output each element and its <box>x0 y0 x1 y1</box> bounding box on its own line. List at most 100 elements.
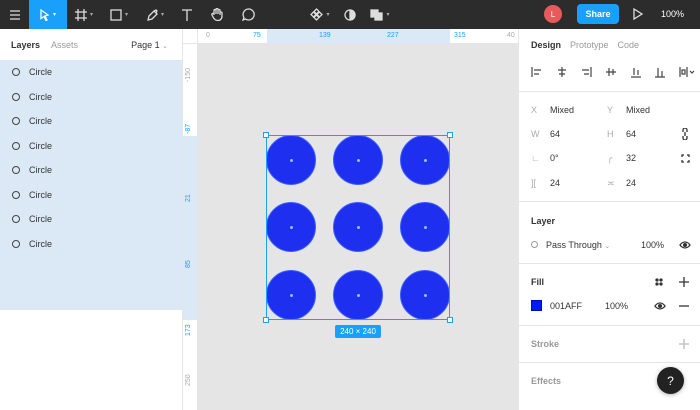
layer-visibility-button[interactable] <box>678 239 692 251</box>
avatar[interactable]: L <box>544 5 562 23</box>
y-field[interactable]: Y Mixed <box>607 105 650 115</box>
align-left-icon[interactable] <box>531 66 543 78</box>
comment-tool-button[interactable] <box>233 0 263 29</box>
align-right-icon[interactable] <box>580 66 592 78</box>
components-icon <box>310 8 324 21</box>
divider <box>519 201 700 202</box>
chevron-down-icon: ▾ <box>124 12 128 18</box>
selection-size-badge: 240 × 240 <box>335 325 381 338</box>
resize-handle-bottom-right[interactable] <box>447 317 453 323</box>
present-button[interactable] <box>633 7 644 22</box>
fill-visibility-button[interactable] <box>653 300 667 312</box>
resize-handle-top-right[interactable] <box>447 132 453 138</box>
fill-styles-button[interactable] <box>653 276 665 288</box>
ruler-tick: -150 <box>185 67 192 82</box>
fill-hex-value: 001AFF <box>550 301 583 311</box>
tab-layers[interactable]: Layers <box>11 40 40 50</box>
text-tool-button[interactable] <box>173 0 201 29</box>
tab-assets[interactable]: Assets <box>51 40 78 50</box>
layer-item[interactable]: Circle <box>0 85 182 110</box>
resize-handle-bottom-left[interactable] <box>263 317 269 323</box>
layer-opacity-field[interactable]: 100% <box>641 240 664 250</box>
layer-item[interactable]: Circle <box>0 134 182 159</box>
layer-name: Circle <box>29 214 53 225</box>
zoom-level[interactable]: 100% <box>661 9 684 19</box>
align-bottom-icon[interactable] <box>654 66 666 78</box>
layer-item[interactable]: Circle <box>0 158 182 183</box>
fill-color-swatch[interactable] <box>531 300 542 311</box>
horizontal-spacing-field[interactable]: ][ 24 <box>531 178 560 188</box>
ruler-selection-highlight <box>267 29 450 44</box>
ruler-tick: 139 <box>319 32 331 39</box>
align-horizontal-center-icon[interactable] <box>556 66 568 78</box>
tab-design[interactable]: Design <box>531 40 561 50</box>
add-fill-button[interactable] <box>677 275 691 289</box>
boolean-button[interactable]: ▾ <box>363 0 397 29</box>
tab-code[interactable]: Code <box>618 40 640 50</box>
corner-radius-field[interactable]: ╭ 32 <box>607 153 636 164</box>
width-field[interactable]: W 64 <box>531 129 560 139</box>
vertical-spacing-value: 24 <box>626 178 637 188</box>
frame-tool-button[interactable]: ▾ <box>67 0 101 29</box>
layer-name: Circle <box>29 189 53 200</box>
fill-hex-field[interactable]: 001AFF <box>550 301 582 311</box>
ruler-tick: 40 <box>507 32 515 39</box>
shape-tool-button[interactable]: ▾ <box>101 0 137 29</box>
comment-icon <box>241 8 255 21</box>
vertical-spacing-icon: ≍ <box>607 178 615 188</box>
divider <box>519 263 700 264</box>
add-stroke-button[interactable] <box>677 337 691 351</box>
tab-prototype[interactable]: Prototype <box>570 40 609 50</box>
rectangle-icon <box>110 8 122 21</box>
distribute-icon[interactable] <box>679 66 695 78</box>
help-button[interactable]: ? <box>657 367 684 394</box>
ellipse-icon <box>12 92 20 101</box>
main-menu-button[interactable] <box>0 0 29 29</box>
page-selector[interactable]: Page 1 ⌄ <box>131 40 168 50</box>
horizontal-spacing-icon: ][ <box>531 178 537 188</box>
layer-name: Circle <box>29 165 53 176</box>
constrain-proportions-button[interactable] <box>679 127 691 141</box>
chevron-down-icon: ▾ <box>386 12 390 18</box>
share-button[interactable]: Share <box>577 4 619 24</box>
height-field[interactable]: H 64 <box>607 129 636 139</box>
vertical-spacing-field[interactable]: ≍ 24 <box>607 178 636 189</box>
layer-item[interactable]: Circle <box>0 232 182 257</box>
blend-mode-value: Pass Through <box>546 240 602 250</box>
independent-corners-icon <box>680 153 690 163</box>
hand-tool-button[interactable] <box>201 0 233 29</box>
resize-handle-top-left[interactable] <box>263 132 269 138</box>
ruler-tick: 173 <box>185 324 192 336</box>
blend-mode-icon <box>531 241 538 248</box>
canvas[interactable]: 240 × 240 <box>198 44 518 410</box>
layer-item[interactable]: Circle <box>0 109 182 134</box>
h-label: H <box>607 129 614 139</box>
x-field[interactable]: X Mixed <box>531 105 574 115</box>
design-panel: Design Prototype Code X Mixed Y Mixed W 64 … <box>518 29 700 410</box>
pen-tool-button[interactable]: ▾ <box>137 0 173 29</box>
y-label: Y <box>607 105 614 115</box>
blend-mode-select[interactable]: Pass Through ⌄ <box>531 240 610 250</box>
layer-item[interactable]: Circle <box>0 207 182 232</box>
move-tool-button[interactable]: ▾ <box>29 0 67 29</box>
fill-opacity-field[interactable]: 100% <box>605 301 628 311</box>
components-button[interactable]: ▾ <box>303 0 337 29</box>
ruler-left: -150 -87 21 85 173 250 <box>183 44 198 410</box>
ruler-corner <box>183 29 198 44</box>
align-vertical-center-icon[interactable] <box>630 66 642 78</box>
layer-name: Circle <box>29 116 53 127</box>
w-label: W <box>531 129 540 139</box>
ruler-tick: -87 <box>185 123 192 134</box>
layer-item[interactable]: Circle <box>0 60 182 85</box>
layer-item[interactable]: Circle <box>0 183 182 208</box>
layer-list: Circle Circle Circle Circle Circle Circl… <box>0 60 182 310</box>
horizontal-spacing-value: 24 <box>550 178 561 188</box>
mask-button[interactable] <box>337 0 363 29</box>
align-top-icon[interactable] <box>605 66 617 78</box>
ruler-selection-highlight <box>183 136 198 320</box>
rotation-field[interactable]: ∟ 0° <box>531 153 559 163</box>
remove-fill-button[interactable] <box>677 300 691 312</box>
layer-opacity-value: 100% <box>641 240 665 250</box>
layer-name: Circle <box>29 67 53 78</box>
independent-corners-button[interactable] <box>679 152 691 164</box>
